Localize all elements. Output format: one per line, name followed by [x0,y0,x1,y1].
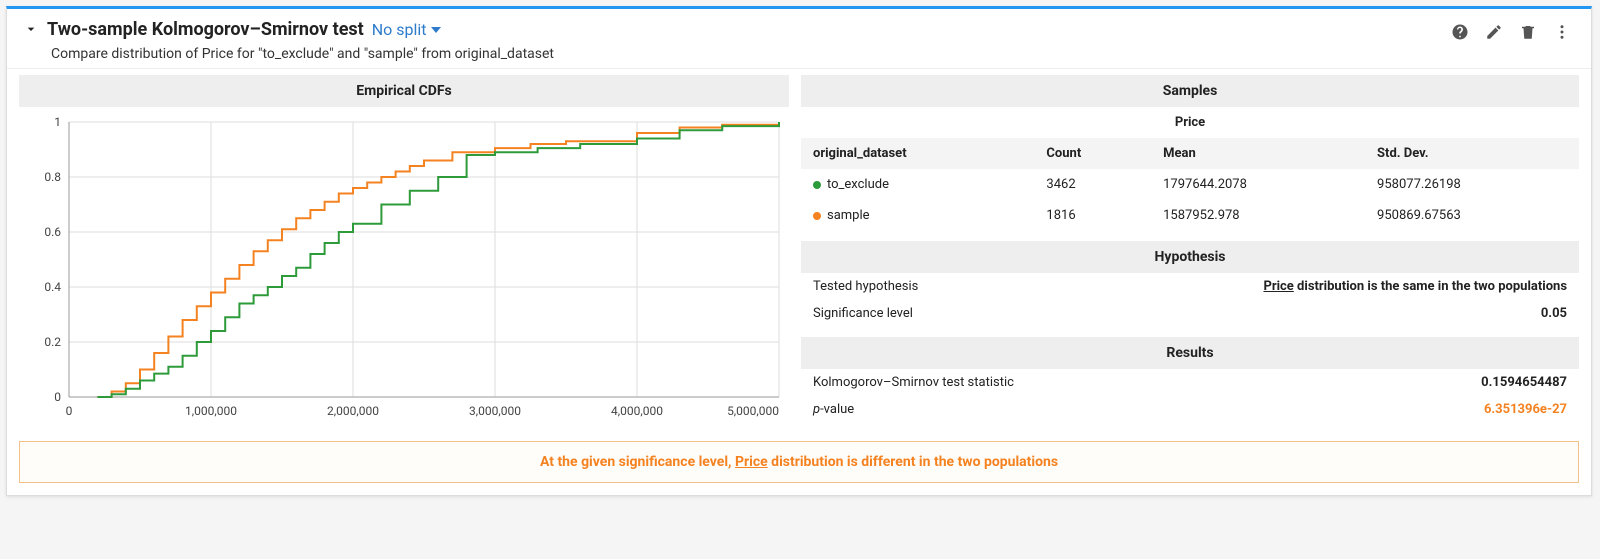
row-mean: 1587952.978 [1151,200,1365,231]
pvalue-label: p-value [801,396,1324,423]
chart-title: Empirical CDFs [19,75,789,107]
results-title: Results [801,337,1579,369]
edit-icon[interactable] [1485,23,1503,41]
row-label: sample [827,208,870,223]
ks-stat-label: Kolmogorov–Smirnov test statistic [801,369,1324,396]
row-count: 1816 [1034,200,1151,231]
ks-test-card: Two-sample Kolmogorov–Smirnov test No sp… [6,6,1592,496]
count-header: Count [1034,138,1151,169]
samples-table: Price original_dataset Count Mean Std. D… [801,107,1579,231]
svg-text:0.4: 0.4 [44,280,61,294]
results-table: Results Kolmogorov–Smirnov test statisti… [801,337,1579,423]
svg-text:2,000,000: 2,000,000 [327,404,379,418]
ecdf-chart: 0 0.2 0.4 0.6 0.8 1 0 1,000,000 2,000,000 3,000,0… [19,107,789,427]
row-count: 3462 [1034,169,1151,200]
table-row: to_exclude 3462 1797644.2078 958077.2619… [801,169,1579,200]
legend-dot-sample [813,212,821,220]
svg-text:0: 0 [66,404,73,418]
svg-text:0.2: 0.2 [44,335,61,349]
delete-icon[interactable] [1519,23,1537,41]
svg-text:1,000,000: 1,000,000 [185,404,237,418]
hypothesis-title: Hypothesis [801,241,1579,273]
row-label: to_exclude [827,177,889,192]
svg-text:0: 0 [54,390,61,404]
legend-dot-to-exclude [813,181,821,189]
row-std: 958077.26198 [1365,169,1579,200]
std-header: Std. Dev. [1365,138,1579,169]
card-title: Two-sample Kolmogorov–Smirnov test [47,19,364,40]
split-label: No split [372,20,427,39]
variable-name: Price [801,107,1579,138]
group-col-header: original_dataset [801,138,1034,169]
hypothesis-table: Hypothesis Tested hypothesis Price distr… [801,241,1579,327]
more-icon[interactable] [1553,23,1571,41]
collapse-toggle[interactable] [23,21,39,41]
card-subtitle: Compare distribution of Price for "to_ex… [51,46,1451,62]
significance-value: 0.05 [1021,300,1579,327]
svg-text:3,000,000: 3,000,000 [469,404,521,418]
ks-stat-value: 0.1594654487 [1324,369,1579,396]
svg-text:0.6: 0.6 [44,225,61,239]
svg-text:4,000,000: 4,000,000 [611,404,663,418]
row-mean: 1797644.2078 [1151,169,1365,200]
svg-text:0.8: 0.8 [44,170,61,184]
tested-hypothesis-label: Tested hypothesis [801,273,1021,300]
significance-label: Significance level [801,300,1021,327]
chevron-down-icon [431,27,441,33]
svg-text:1: 1 [54,115,61,129]
split-dropdown[interactable]: No split [372,20,441,39]
svg-text:5,000,000: 5,000,000 [727,404,779,418]
help-icon[interactable] [1451,23,1469,41]
row-std: 950869.67563 [1365,200,1579,231]
pvalue-value: 6.351396e-27 [1324,396,1579,423]
samples-title: Samples [801,75,1579,107]
card-header: Two-sample Kolmogorov–Smirnov test No sp… [7,9,1591,69]
table-row: sample 1816 1587952.978 950869.67563 [801,200,1579,231]
tested-hypothesis-value: Price distribution is the same in the tw… [1021,273,1579,300]
conclusion-banner: At the given significance level, Price d… [19,441,1579,483]
mean-header: Mean [1151,138,1365,169]
